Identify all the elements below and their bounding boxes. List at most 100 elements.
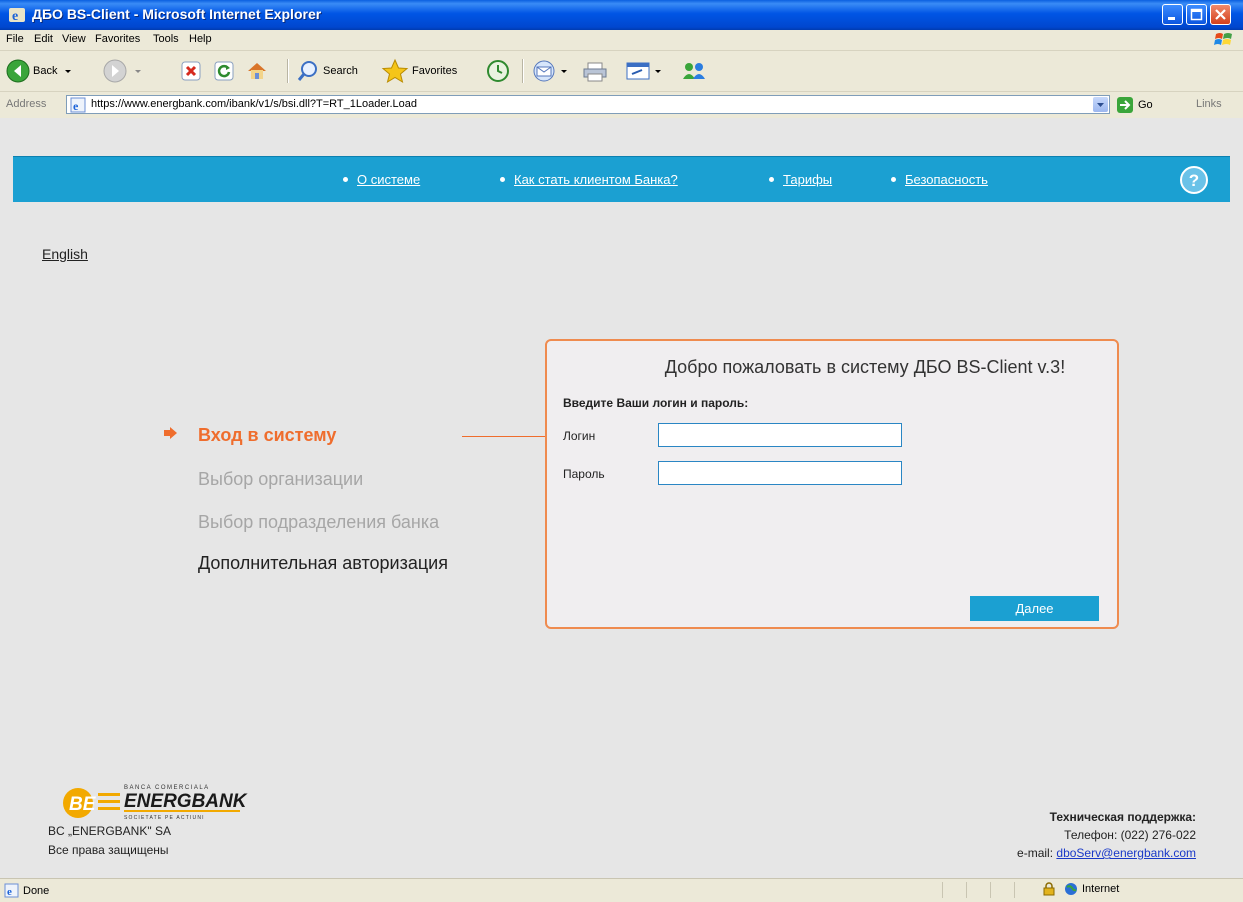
go-label: Go: [1138, 99, 1153, 111]
stop-icon: [181, 61, 201, 81]
login-label: Логин: [563, 429, 596, 443]
refresh-button[interactable]: [213, 57, 235, 85]
address-bar: Address e https://www.energbank.com/iban…: [0, 92, 1243, 119]
svg-text:BE: BE: [69, 794, 97, 815]
back-label: Back: [33, 65, 58, 77]
page-done-icon: e: [4, 883, 19, 898]
mail-button[interactable]: [531, 57, 569, 85]
history-icon: [487, 60, 509, 82]
support-info: Техническая поддержка: Телефон: (022) 27…: [1017, 808, 1196, 862]
nav-become-client[interactable]: Как стать клиентом Банка?: [500, 172, 678, 187]
password-input[interactable]: [658, 461, 902, 485]
ie-logo-icon: e: [9, 8, 25, 24]
zone-label: Internet: [1082, 883, 1120, 895]
page-content: О системе Как стать клиентом Банка? Тари…: [0, 118, 1243, 878]
window-titlebar: e ДБО BS-Client - Microsoft Internet Exp…: [0, 0, 1243, 30]
maximize-button[interactable]: [1186, 4, 1207, 25]
links-label[interactable]: Links: [1196, 98, 1222, 110]
history-button[interactable]: [486, 57, 510, 85]
address-label: Address: [6, 98, 47, 110]
svg-text:e: e: [73, 99, 79, 113]
language-link-english[interactable]: English: [42, 246, 88, 262]
address-dropdown-button[interactable]: [1093, 97, 1108, 112]
nav-security[interactable]: Безопасность: [891, 172, 988, 187]
messenger-icon: [683, 63, 705, 79]
favorites-button[interactable]: Favorites: [381, 57, 457, 85]
edit-page-icon: [626, 62, 650, 80]
menu-edit[interactable]: Edit: [34, 33, 53, 45]
menu-favorites[interactable]: Favorites: [95, 33, 140, 45]
search-label: Search: [323, 65, 358, 77]
step-select-branch: Выбор подразделения банка: [198, 512, 440, 532]
globe-icon: [1065, 883, 1077, 895]
home-icon: [248, 63, 266, 79]
status-cell: [990, 882, 991, 898]
step-login: Вход в систему: [198, 425, 337, 445]
home-button[interactable]: [245, 57, 269, 85]
next-button[interactable]: Далее: [970, 596, 1099, 621]
support-phone: Телефон: (022) 276-022: [1064, 828, 1196, 842]
nav-about[interactable]: О системе: [343, 172, 420, 187]
svg-text:e: e: [7, 886, 12, 898]
forward-button[interactable]: [103, 57, 143, 85]
printer-icon: [583, 62, 607, 82]
address-url: https://www.energbank.com/ibank/v1/s/bsi…: [91, 98, 418, 110]
status-bar: e Done Internet: [0, 878, 1243, 902]
company-name: BC „ENERGBANK" SA: [48, 824, 171, 838]
step-select-organization: Выбор организации: [198, 469, 364, 489]
nav-tariffs[interactable]: Тарифы: [769, 172, 832, 187]
close-window-button[interactable]: [1210, 4, 1231, 25]
back-button[interactable]: Back: [6, 57, 73, 85]
menu-view[interactable]: View: [62, 33, 86, 45]
support-email-link[interactable]: dboServ@energbank.com: [1056, 846, 1196, 860]
menu-bar: File Edit View Favorites Tools Help: [0, 30, 1243, 51]
dropdown-arrow-icon: [65, 70, 72, 73]
status-cell: [1014, 882, 1015, 898]
mail-icon: [533, 60, 555, 82]
status-cell: [942, 882, 943, 898]
nav-become-client-label[interactable]: Как стать клиентом Банка?: [514, 172, 678, 187]
forward-arrow-icon: [103, 59, 127, 83]
nav-tariffs-label[interactable]: Тарифы: [783, 172, 832, 187]
nav-security-label[interactable]: Безопасность: [905, 172, 988, 187]
energbank-logo: BE BANCA COMERCIALA ENERGBANK SOCIETATE …: [63, 785, 248, 821]
menu-help[interactable]: Help: [189, 33, 212, 45]
minimize-button[interactable]: [1162, 4, 1183, 25]
menu-file[interactable]: File: [6, 33, 24, 45]
back-arrow-icon: [6, 59, 30, 83]
dropdown-arrow-icon: [135, 70, 141, 73]
status-text: Done: [23, 884, 50, 897]
close-icon: [1215, 9, 1226, 20]
logo-name: ENERGBANK: [124, 791, 248, 812]
chevron-down-icon: [1097, 103, 1104, 107]
step-connector-line: [462, 436, 546, 437]
logo-bottom-text: SOCIETATE PE ACTIUNI: [124, 815, 205, 821]
bullet-icon: [500, 177, 505, 183]
help-icon[interactable]: ?: [1180, 166, 1208, 194]
go-button[interactable]: Go: [1116, 96, 1153, 114]
print-button[interactable]: [582, 57, 608, 85]
edit-button[interactable]: [625, 57, 663, 85]
status-done: e Done: [4, 883, 49, 898]
refresh-icon: [214, 61, 234, 81]
stop-button[interactable]: [180, 57, 202, 85]
windows-flag-icon: [1214, 33, 1232, 45]
password-label: Пароль: [563, 467, 605, 481]
star-icon: [381, 58, 409, 84]
dropdown-arrow-icon: [561, 70, 567, 73]
toolbar-separator: [522, 59, 524, 83]
support-email-row: e-mail: dboServ@energbank.com: [1017, 844, 1196, 862]
login-instruction: Введите Ваши логин и пароль:: [563, 396, 749, 410]
login-input[interactable]: [658, 423, 902, 447]
menu-tools[interactable]: Tools: [153, 33, 179, 45]
support-title: Техническая поддержка:: [1049, 810, 1196, 824]
bullet-icon: [343, 177, 348, 183]
address-input[interactable]: e https://www.energbank.com/ibank/v1/s/b…: [66, 95, 1110, 114]
arrow-right-icon: [164, 427, 177, 439]
messenger-button[interactable]: [681, 57, 707, 85]
status-zone: Internet: [1042, 882, 1119, 896]
lock-icon: [1043, 882, 1055, 896]
status-cell: [966, 882, 967, 898]
search-button[interactable]: Search: [296, 57, 358, 85]
nav-about-label[interactable]: О системе: [357, 172, 420, 187]
